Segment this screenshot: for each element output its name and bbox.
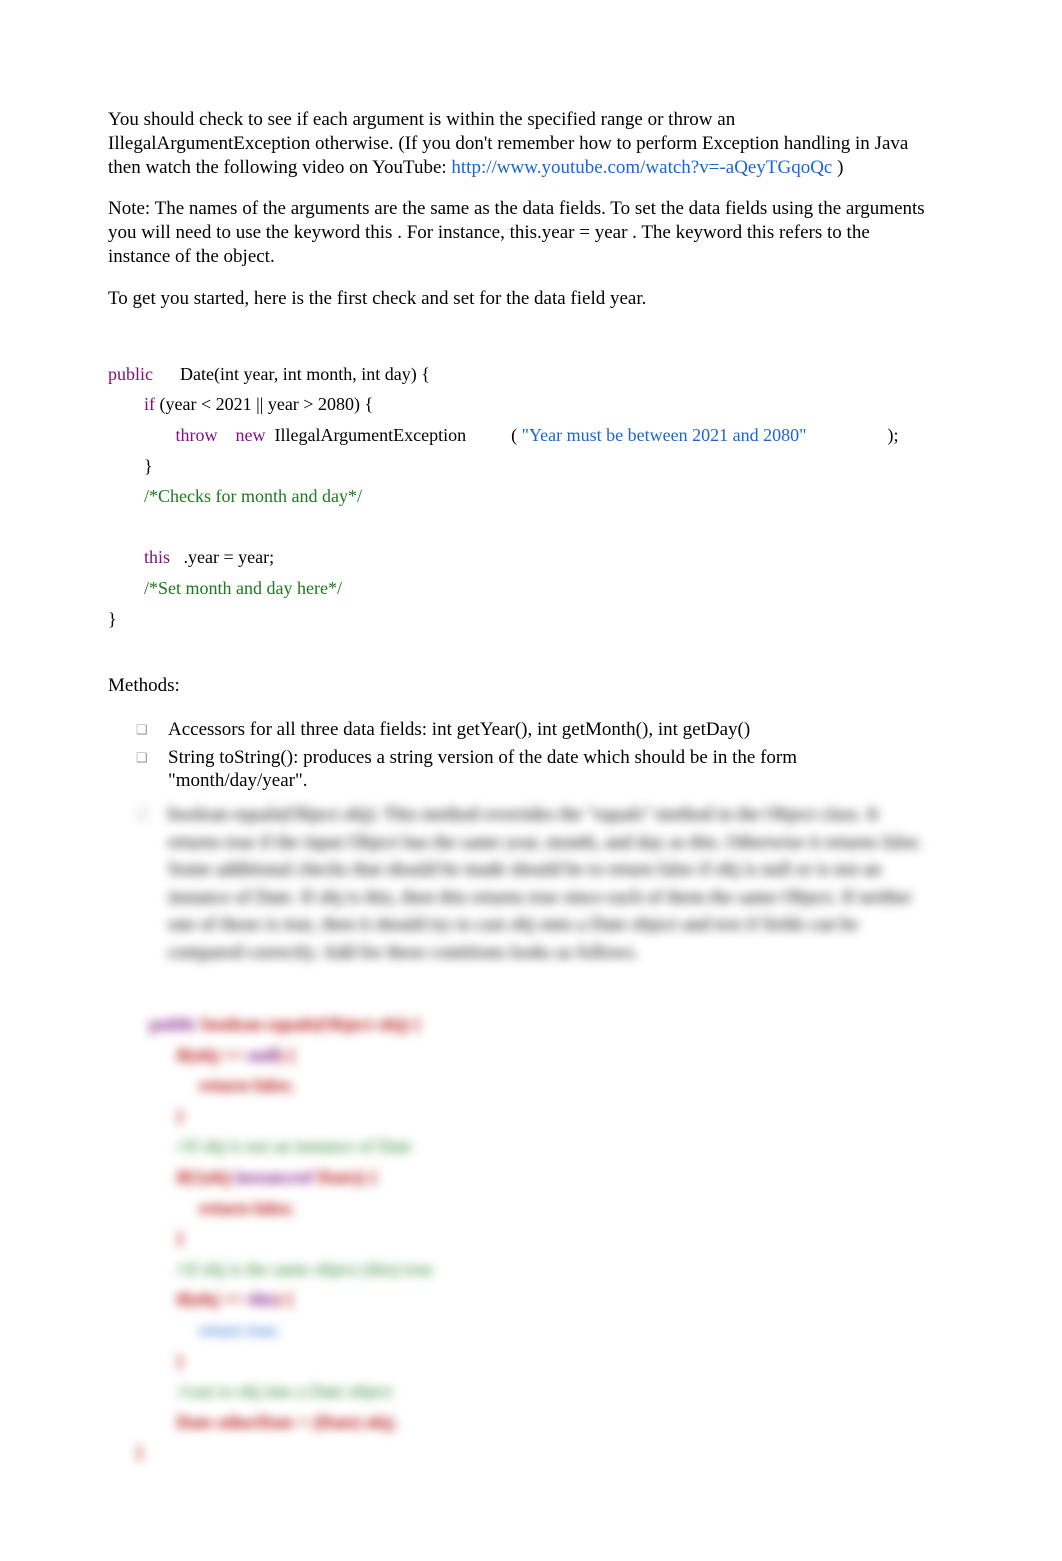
text: ) — [837, 157, 843, 178]
code-inline: int getYear(), int getMonth(), int getDa… — [432, 719, 750, 740]
code-text: } — [136, 1106, 184, 1126]
bullet-icon: ❑ — [136, 801, 168, 966]
code-text: ( — [466, 425, 522, 445]
keyword-this: this — [144, 547, 170, 567]
code-text: } — [136, 1351, 184, 1371]
code-text: (year < 2021 || year > 2080) { — [155, 394, 373, 414]
keyword-public: public — [150, 1014, 198, 1034]
code-text: boolean equals(Object obj) { — [198, 1014, 421, 1034]
code-text: } — [136, 1228, 184, 1248]
code-text: } — [108, 456, 153, 476]
code-text: if(!(obj — [136, 1167, 235, 1187]
youtube-link[interactable]: http://www.youtube.com/watch?v=-aQeyTGqo… — [451, 157, 832, 178]
code-inline: this — [365, 222, 392, 243]
code-block-date-constructor: public Date(int year, int month, int day… — [108, 328, 927, 634]
code-comment: //if obj is the same object (this) true — [136, 1259, 433, 1279]
bullet-icon: ❑ — [136, 746, 168, 766]
code-inline: String toString(): — [168, 747, 298, 768]
code-text: .year = year; — [170, 547, 274, 567]
methods-list: ❑ Accessors for all three data fields: i… — [108, 718, 927, 793]
code-comment: /*Checks for month and day*/ — [108, 486, 362, 506]
blurred-preview: ❑ boolean equals(Object obj): This metho… — [108, 801, 927, 1498]
list-item: ❑ Accessors for all three data fields: i… — [136, 718, 927, 742]
paragraph-exception-intro: You should check to see if each argument… — [108, 108, 927, 179]
keyword-new: new — [236, 425, 266, 445]
keyword-null: null — [248, 1045, 278, 1065]
code-text: Date(int year, int month, int day) { — [153, 364, 430, 384]
bullet-icon: ❑ — [136, 718, 168, 738]
blurred-code-block: public boolean equals(Object obj) { if(o… — [136, 978, 927, 1498]
code-text: ) { — [278, 1045, 296, 1065]
code-text: return false; — [136, 1075, 294, 1095]
text: . For instance, — [397, 222, 509, 243]
code-text: if(obj == — [136, 1289, 248, 1309]
keyword-public: public — [108, 364, 153, 384]
code-inline: this.year = year — [510, 222, 628, 243]
string-literal: "Year must be between 2021 and 2080" — [522, 425, 807, 445]
paragraph-intro-code: To get you started, here is the first ch… — [108, 287, 927, 311]
keyword-this: this — [248, 1289, 276, 1309]
blurred-content: ❑ boolean equals(Object obj): This metho… — [136, 801, 927, 1498]
code-text: } — [136, 1442, 143, 1462]
keyword-if: if — [144, 394, 155, 414]
methods-heading: Methods: — [108, 674, 927, 698]
keyword-throw: throw — [176, 425, 218, 445]
list-item: ❑ boolean equals(Object obj): This metho… — [136, 801, 927, 966]
code-text: if(obj == — [136, 1045, 248, 1065]
code-text: ); — [806, 425, 898, 445]
code-text: Date otherDate = (Date) obj; — [136, 1412, 397, 1432]
code-comment: /*Set month and day here*/ — [108, 578, 342, 598]
code-comment: //if obj is not an instance of Date — [136, 1136, 412, 1156]
code-text: Date)) { — [313, 1167, 377, 1187]
code-text: } — [108, 609, 117, 629]
blurred-text: boolean equals(Object obj): This method … — [168, 801, 927, 966]
code-text: return false; — [136, 1198, 294, 1218]
code-text: return true; — [136, 1320, 279, 1340]
exception-class: IllegalArgumentException — [275, 425, 467, 445]
text: Accessors for all three data fields: — [168, 719, 432, 740]
paragraph-this-keyword: Note: The names of the arguments are the… — [108, 197, 927, 268]
code-comment: //cast to obj into a Date object — [136, 1381, 392, 1401]
list-item: ❑ String toString(): produces a string v… — [136, 746, 927, 794]
keyword-instanceof: instanceof — [235, 1167, 313, 1187]
code-text: ) { — [276, 1289, 294, 1309]
